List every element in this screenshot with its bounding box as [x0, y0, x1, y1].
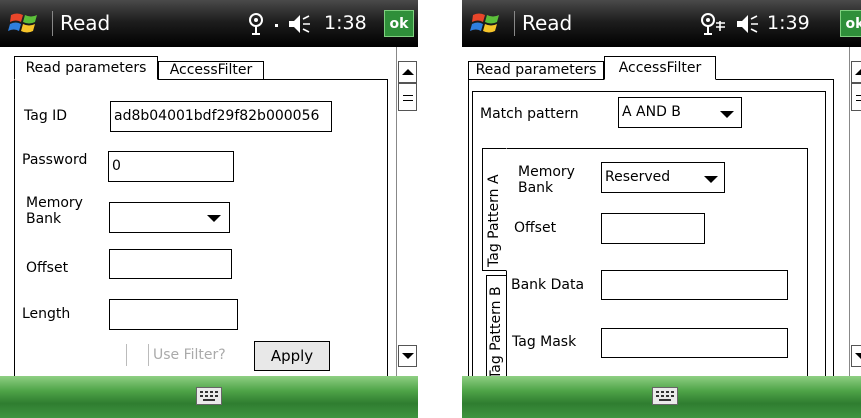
vertical-scrollbar[interactable] [849, 47, 861, 376]
bank-data-label: Bank Data [511, 277, 585, 293]
clock-time: 1:38 [324, 12, 367, 34]
tag-id-label: Tag ID [24, 108, 68, 124]
memory-bank-label-line2: Bank [518, 180, 554, 196]
memory-bank-label-line1: Memory [518, 164, 575, 180]
title-separator [514, 11, 515, 36]
offset-label: Offset [514, 220, 557, 236]
offset-field[interactable] [601, 213, 705, 244]
length-label: Length [22, 306, 71, 322]
windows-start-icon[interactable] [8, 7, 40, 39]
status-icons[interactable] [698, 10, 760, 36]
scroll-down-button[interactable] [398, 345, 417, 367]
app-title: Read [60, 11, 111, 35]
content-area: Read parameters AccessFilter Match patte… [462, 47, 861, 381]
scroll-thumb[interactable] [851, 83, 861, 111]
connectivity-icon[interactable] [698, 11, 728, 37]
windows-start-icon[interactable] [470, 7, 502, 39]
title-bar: Read 1:38 ok [0, 0, 418, 47]
use-filter-label: Use Filter? [153, 347, 226, 363]
memory-bank-label-line2: Bank [26, 211, 62, 227]
tag-id-field[interactable]: ad8b04001bdf29f82b000056 [110, 101, 332, 132]
tag-mask-label: Tag Mask [512, 334, 577, 350]
arrow-down-icon [855, 353, 861, 359]
arrow-up-icon [402, 69, 414, 75]
tab-tag-pattern-a[interactable]: Tag Pattern A [482, 148, 507, 271]
scroll-down-button[interactable] [851, 345, 861, 367]
chevron-down-icon [704, 176, 718, 183]
arrow-down-icon [402, 353, 414, 359]
title-bar: Read 1:39 ok [462, 0, 861, 47]
device-screen-read-parameters: Read 1:38 ok Read parameters AccessFilte… [0, 0, 418, 418]
tag-mask-field[interactable] [601, 328, 788, 358]
divider [126, 344, 127, 366]
match-pattern-dropdown[interactable]: A AND B [618, 97, 742, 128]
length-field[interactable] [109, 299, 238, 330]
keyboard-icon[interactable] [652, 387, 678, 405]
tab-access-filter[interactable]: AccessFilter [158, 61, 264, 80]
apply-button[interactable]: Apply [254, 341, 330, 371]
grip-icon [403, 95, 413, 101]
device-screen-access-filter: Read 1:39 ok Read parameters AccessFilte… [462, 0, 861, 418]
tab-access-filter[interactable]: AccessFilter [604, 56, 716, 80]
ok-button[interactable]: ok [384, 10, 414, 37]
password-field[interactable]: 0 [108, 151, 234, 182]
match-pattern-value: A AND B [622, 104, 681, 120]
speaker-icon[interactable] [734, 11, 760, 37]
ok-button[interactable]: ok [840, 10, 861, 37]
tab-tag-pattern-b[interactable]: Tag Pattern B [486, 275, 507, 379]
bottom-soft-key-bar [462, 376, 861, 418]
bank-data-field[interactable] [601, 270, 788, 300]
arrow-up-icon [855, 69, 861, 75]
connectivity-icon[interactable] [246, 11, 268, 37]
title-separator [52, 11, 53, 36]
offset-label: Offset [26, 260, 69, 276]
memory-bank-dropdown[interactable]: Reserved [601, 162, 725, 193]
offset-field[interactable] [109, 249, 232, 279]
use-filter-checkbox[interactable] [148, 344, 149, 366]
chevron-down-icon [720, 111, 734, 118]
memory-bank-value: Reserved [605, 169, 671, 185]
content-area: Read parameters AccessFilter Tag ID ad8b… [0, 47, 418, 379]
tab-read-parameters[interactable]: Read parameters [14, 56, 158, 80]
tag-pattern-b-label: Tag Pattern B [488, 286, 504, 379]
chevron-down-icon [207, 215, 221, 222]
memory-bank-label-line1: Memory [26, 195, 83, 211]
scroll-thumb[interactable] [398, 83, 417, 111]
memory-bank-dropdown[interactable] [109, 202, 230, 233]
match-pattern-label: Match pattern [480, 106, 579, 122]
status-icons[interactable] [246, 10, 312, 36]
speaker-icon[interactable] [286, 11, 312, 37]
grip-icon [856, 95, 861, 101]
keyboard-icon[interactable] [196, 387, 222, 405]
scroll-up-button[interactable] [851, 61, 861, 83]
vertical-scrollbar[interactable] [396, 47, 418, 376]
password-label: Password [22, 152, 88, 168]
clock-time: 1:39 [767, 12, 810, 34]
app-title: Read [522, 11, 573, 35]
scroll-up-button[interactable] [398, 61, 417, 83]
tab-read-parameters[interactable]: Read parameters [468, 61, 604, 80]
tag-pattern-a-label: Tag Pattern A [486, 174, 502, 267]
bottom-soft-key-bar [0, 376, 418, 418]
